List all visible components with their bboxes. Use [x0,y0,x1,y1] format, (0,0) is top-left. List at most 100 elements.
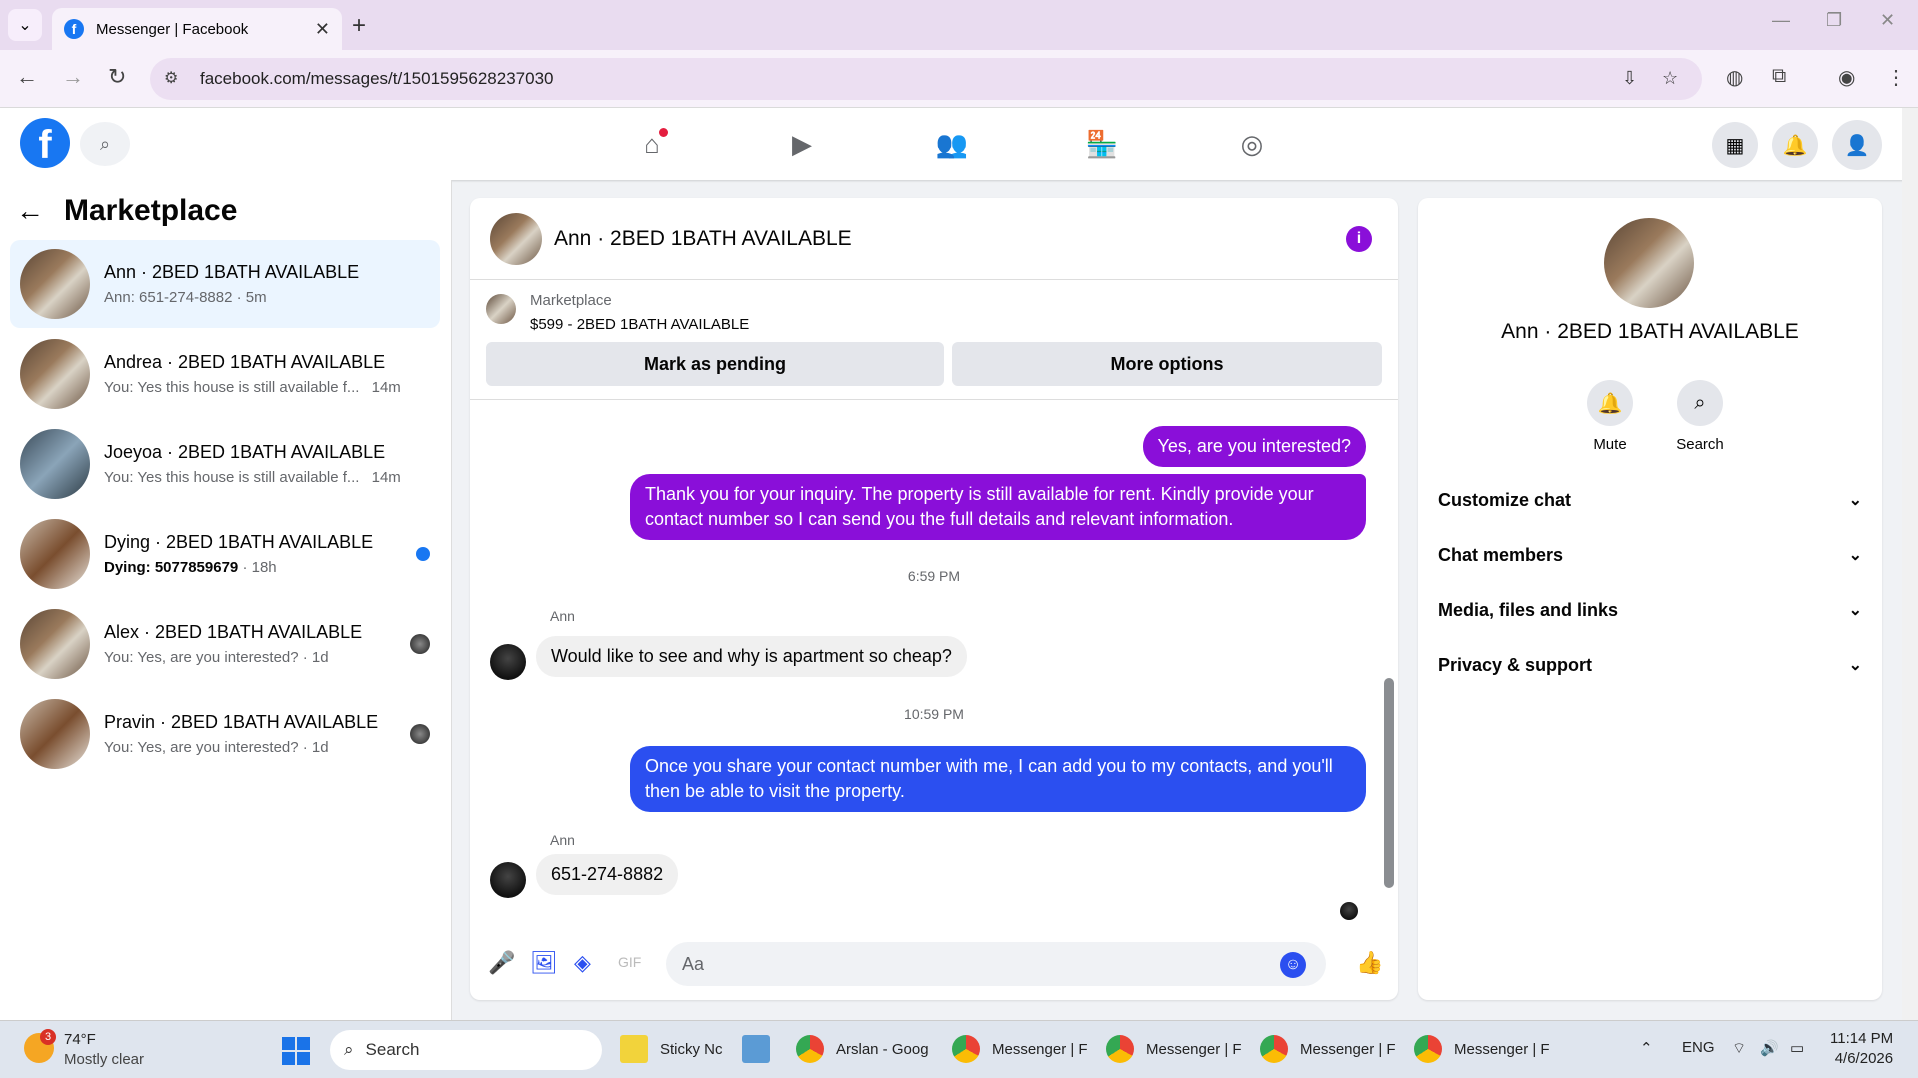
microphone-icon[interactable]: 🎤 [488,950,515,976]
profile-icon[interactable]: ◉ [1838,65,1855,90]
section-label: Privacy & support [1438,655,1593,675]
conversation-time: 14m [371,379,401,396]
menu-icon[interactable]: ⋮ [1886,65,1906,90]
profile-avatar[interactable] [1604,218,1694,308]
gif-icon[interactable]: GIF [618,954,641,970]
close-window-icon[interactable]: ✕ [1880,10,1895,31]
account-avatar[interactable]: 👤 [1832,120,1882,170]
notification-dot [659,128,668,137]
message-input[interactable]: Aa ☺ [666,942,1326,986]
reload-icon[interactable]: ↻ [108,64,126,90]
menu-grid-icon[interactable]: ▦ [1712,122,1758,168]
chrome-icon [1414,1035,1442,1063]
tab-search-button[interactable]: ⌄ [8,9,42,41]
chevron-up-icon[interactable]: ⌃ [1640,1039,1653,1057]
privacy-support-section[interactable]: Privacy & support ⌄ [1438,655,1862,676]
media-files-section[interactable]: Media, files and links ⌄ [1438,600,1862,621]
photo-icon[interactable]: 🖼 [530,950,558,976]
read-receipt-avatar [1340,902,1358,920]
chat-members-section[interactable]: Chat members ⌄ [1438,545,1862,566]
more-options-button[interactable]: More options [952,342,1382,386]
taskbar-app-chrome[interactable]: Messenger | F [952,1035,1088,1063]
facebook-logo-icon[interactable]: f [20,118,70,168]
conversation-item[interactable]: Pravin · 2BED 1BATH AVAILABLE You: Yes, a… [10,690,440,778]
taskbar-app-label: Messenger | F [1454,1040,1550,1058]
info-icon[interactable]: i [1346,226,1372,252]
section-label: Customize chat [1438,490,1572,510]
volume-icon[interactable]: 🔊 [1760,1039,1779,1057]
new-tab-icon[interactable]: + [352,12,366,40]
emoji-icon[interactable]: ☺ [1280,952,1306,978]
search-icon: ⌕ [344,1040,354,1059]
install-app-icon[interactable]: ⇩ [1622,68,1637,89]
taskbar-app-sticky-notes[interactable]: Sticky Nc [620,1035,723,1063]
restore-icon[interactable]: ❐ [1826,10,1842,31]
avatar [490,644,526,680]
chat-title[interactable]: Ann · 2BED 1BATH AVAILABLE [554,227,852,251]
taskbar-search[interactable]: ⌕ Search [330,1030,602,1070]
back-arrow-icon[interactable]: ← [16,195,44,227]
scrollbar-thumb[interactable] [1384,678,1394,888]
search-in-chat-button[interactable]: ⌕ Search [1660,380,1740,453]
site-info-icon[interactable]: ⚙ [164,68,186,90]
taskbar-app-label: Arslan - Goog [836,1040,929,1058]
listing-title[interactable]: $599 - 2BED 1BATH AVAILABLE [530,316,749,333]
minimize-icon[interactable]: — [1772,10,1790,31]
taskbar-app-label: Messenger | F [1146,1040,1242,1058]
video-icon[interactable]: ▶ [780,124,824,164]
language-indicator[interactable]: ENG [1682,1039,1715,1056]
chevron-down-icon: ⌄ [1848,602,1862,619]
chat-scrollbar[interactable] [1382,408,1394,928]
taskbar-app-chrome[interactable]: Messenger | F [1260,1035,1396,1063]
conversation-name: Joeyoa · 2BED 1BATH AVAILABLE [104,442,386,462]
back-icon[interactable]: ← [16,64,38,90]
customize-chat-section[interactable]: Customize chat ⌄ [1438,490,1862,511]
marketplace-icon[interactable]: 🏪 [1080,124,1124,164]
conversation-item[interactable]: Dying · 2BED 1BATH AVAILABLE Dying: 50778… [10,510,440,598]
friends-icon[interactable]: 👥 [930,124,974,164]
mute-button[interactable]: 🔔 Mute [1570,380,1650,453]
taskbar-app-chrome[interactable]: Arslan - Goog [796,1035,929,1063]
details-name: Ann · 2BED 1BATH AVAILABLE [1501,320,1799,343]
windows-start-icon[interactable] [282,1037,310,1065]
conversation-item[interactable]: Andrea · 2BED 1BATH AVAILABLE You: Yes th… [10,330,440,418]
taskbar-app-chrome[interactable]: Messenger | F [1414,1035,1550,1063]
clock-date: 4/6/2026 [1834,1050,1894,1067]
taskbar-app-snipping-tool[interactable] [742,1035,782,1063]
marketplace-listing-bar: Marketplace $599 - 2BED 1BATH AVAILABLE … [470,280,1398,400]
conversation-name: Alex · 2BED 1BATH AVAILABLE [104,622,363,642]
taskbar-app-chrome[interactable]: Messenger | F [1106,1035,1242,1063]
like-thumbs-up-icon[interactable]: 👍 [1356,950,1383,976]
conversation-time: 14m [371,469,401,486]
conversation-item[interactable]: Alex · 2BED 1BATH AVAILABLE You: Yes, are… [10,600,440,688]
home-icon[interactable]: ⌂ [630,124,674,164]
windows-taskbar: 3 74°F Mostly clear ⌕ Search Sticky Nc Ar… [0,1020,1918,1078]
conversation-item[interactable]: Joeyoa · 2BED 1BATH AVAILABLE You: Yes th… [10,420,440,508]
section-label: Media, files and links [1438,600,1619,620]
translate-icon[interactable]: ◍ [1726,65,1743,90]
listing-thumbnail[interactable] [486,294,516,324]
groups-icon[interactable]: ◎ [1230,124,1274,164]
message-composer: 🎤 🖼 ◈ GIF Aa ☺ 👍 [470,930,1398,1000]
extensions-icon[interactable]: ⧉ [1772,65,1786,88]
url-text: facebook.com/messages/t/1501595628237030 [200,69,554,88]
avatar[interactable] [490,212,542,265]
battery-icon[interactable]: ▭ [1790,1039,1804,1057]
notifications-bell-icon[interactable]: 🔔 [1772,122,1818,168]
search-icon[interactable]: ⌕ [80,122,130,166]
close-tab-icon[interactable]: ✕ [315,19,330,40]
sender-name: Ann [550,832,575,848]
search-label: Search [1676,436,1724,453]
forward-icon[interactable]: → [62,64,84,90]
browser-tab[interactable]: f Messenger | Facebook ✕ [52,8,342,50]
sticker-icon[interactable]: ◈ [574,950,591,976]
mute-label: Mute [1593,436,1627,453]
system-clock[interactable]: 11:14 PM 4/6/2026 [1830,1029,1893,1069]
page-scrollbar[interactable] [1902,108,1918,1020]
address-bar[interactable]: ⚙ facebook.com/messages/t/15015956282370… [150,58,1702,100]
conversation-item[interactable]: Ann · 2BED 1BATH AVAILABLE Ann: 651-274-8… [10,240,440,328]
wifi-icon[interactable]: ⌔ [1732,1039,1746,1058]
snipping-tool-icon [742,1035,770,1063]
mark-pending-button[interactable]: Mark as pending [486,342,944,386]
bookmark-star-icon[interactable]: ☆ [1662,68,1678,89]
